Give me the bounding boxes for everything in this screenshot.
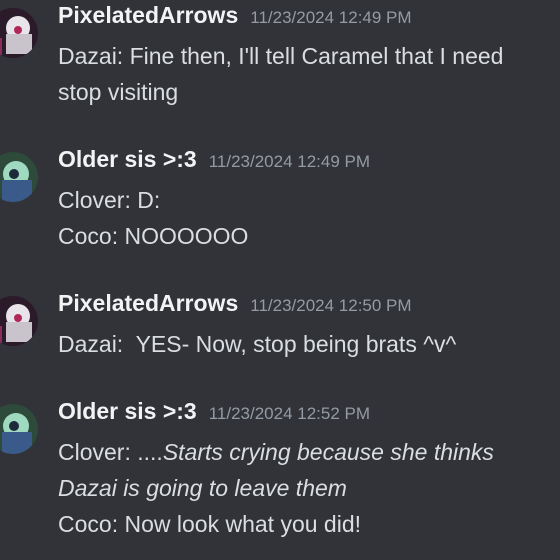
speaker: Coco: [58,223,119,249]
message-line: stop visiting [58,74,558,110]
timestamp: 11/23/2024 12:52 PM [208,404,371,423]
speaker: Clover: [58,439,131,465]
avatar[interactable] [0,404,38,454]
username[interactable]: Older sis >:3 [58,398,197,424]
message-line: Clover: D: [58,182,558,218]
message-body: Dazai: YES- Now, stop being brats ^v^ [58,326,558,362]
timestamp: 11/23/2024 12:50 PM [250,296,412,315]
message-body: Clover: D: Coco: NOOOOOO [58,182,558,254]
avatar[interactable] [0,296,38,346]
line-text: .... [130,439,163,465]
pixelated-arrows-avatar-icon [0,296,38,346]
message-header: PixelatedArrows 11/23/2024 12:49 PM [58,2,412,29]
message-line: Dazai is going to leave them [58,470,558,506]
timestamp: 11/23/2024 12:49 PM [250,8,412,27]
avatar[interactable] [0,152,38,202]
message-line: Dazai: YES- Now, stop being brats ^v^ [58,326,558,362]
message-group: PixelatedArrows 11/23/2024 12:50 PM Dazai… [0,290,560,370]
line-text: D: [130,187,161,213]
username[interactable]: Older sis >:3 [58,146,197,172]
speaker: Dazai: [58,331,124,357]
message-line: Coco: NOOOOOO [58,218,558,254]
older-sis-avatar-icon [0,152,38,202]
line-text: Fine then, I'll tell Caramel that I need [123,43,504,69]
username[interactable]: PixelatedArrows [58,290,238,316]
avatar[interactable] [0,8,38,58]
speaker: Dazai: [58,43,124,69]
message-group: Older sis >:3 11/23/2024 12:52 PM Clover:… [0,398,560,558]
chat-log: PixelatedArrows 11/23/2024 12:49 PM Dazai… [0,0,560,560]
message-group: Older sis >:3 11/23/2024 12:49 PM Clover:… [0,146,560,256]
username[interactable]: PixelatedArrows [58,2,238,28]
message-group: PixelatedArrows 11/23/2024 12:49 PM Dazai… [0,2,560,112]
message-header: Older sis >:3 11/23/2024 12:52 PM [58,398,370,425]
message-body: Dazai: Fine then, I'll tell Caramel that… [58,38,558,110]
line-text: YES- Now, stop being brats ^v^ [123,331,457,357]
pixelated-arrows-avatar-icon [0,8,38,58]
line-text: Now look what you did! [118,511,361,537]
message-line: Clover: ....Starts crying because she th… [58,434,558,470]
speaker: Coco: [58,511,119,537]
timestamp: 11/23/2024 12:49 PM [208,152,371,171]
speaker: Clover: [58,187,131,213]
message-line: Dazai: Fine then, I'll tell Caramel that… [58,38,558,74]
roleplay-action: Dazai is going to leave them [58,475,347,501]
message-body: Clover: ....Starts crying because she th… [58,434,558,542]
line-text: stop visiting [58,79,179,105]
message-header: Older sis >:3 11/23/2024 12:49 PM [58,146,370,173]
roleplay-action: Starts crying because she thinks [162,439,494,465]
older-sis-avatar-icon [0,404,38,454]
message-header: PixelatedArrows 11/23/2024 12:50 PM [58,290,412,317]
message-line: Coco: Now look what you did! [58,506,558,542]
line-text: NOOOOOO [118,223,249,249]
